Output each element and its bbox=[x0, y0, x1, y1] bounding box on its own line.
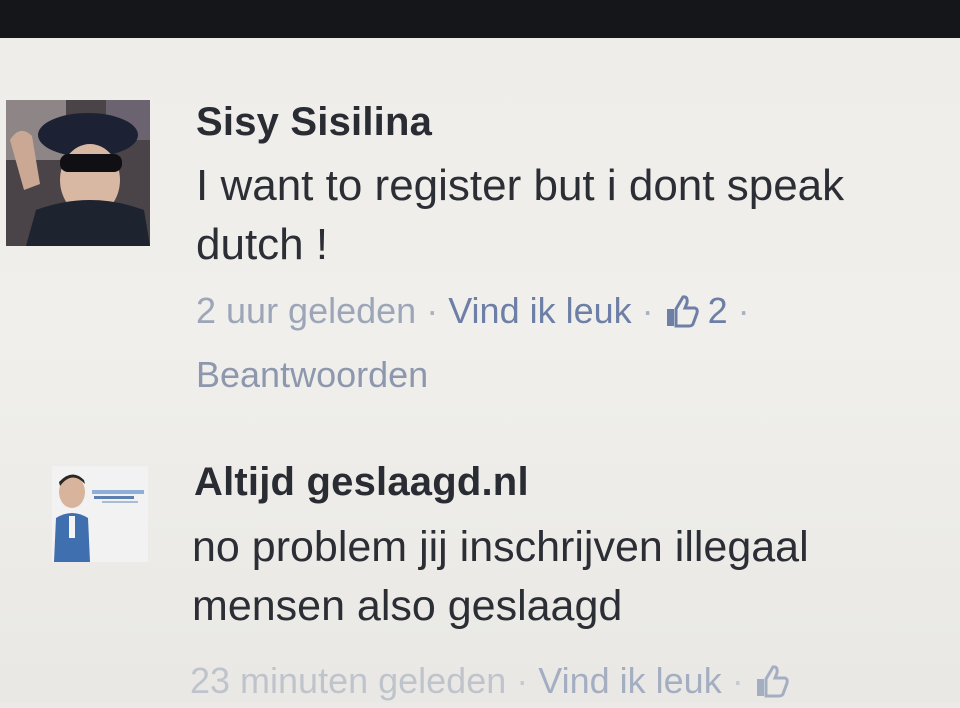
separator: · bbox=[426, 290, 439, 331]
comment-timestamp[interactable]: 23 minuten geleden bbox=[190, 660, 506, 701]
thumbs-up-icon[interactable] bbox=[664, 293, 700, 338]
separator: · bbox=[737, 290, 750, 331]
comment-author[interactable]: Altijd geslaagd.nl bbox=[194, 460, 529, 505]
comment-author[interactable]: Sisy Sisilina bbox=[196, 100, 432, 145]
comment-timestamp[interactable]: 2 uur geleden bbox=[196, 290, 416, 331]
comment-thread: Sisy Sisilina I want to register but i d… bbox=[0, 38, 960, 703]
comment-text-line: no problem jij inschrijven illegaal bbox=[192, 523, 809, 571]
avatar[interactable] bbox=[52, 466, 148, 562]
comment-text-line: mensen also geslaagd bbox=[192, 582, 623, 630]
like-link[interactable]: Vind ik leuk bbox=[538, 660, 721, 701]
separator: · bbox=[731, 660, 744, 701]
comment-meta: 23 minuten geleden · Vind ik leuk · bbox=[190, 660, 790, 708]
comment-text: no problem jij inschrijven illegaal mens… bbox=[192, 518, 809, 636]
device-top-bezel bbox=[0, 0, 960, 38]
comment-text-line: I want to register but i dont speak bbox=[196, 161, 845, 210]
comment-meta: 2 uur geleden · Vind ik leuk · 2 · bbox=[196, 290, 760, 338]
comment-text: I want to register but i dont speak dutc… bbox=[196, 156, 844, 274]
thumbs-up-icon[interactable] bbox=[754, 663, 790, 708]
avatar[interactable] bbox=[6, 100, 150, 246]
like-count[interactable]: 2 bbox=[708, 290, 728, 331]
like-link[interactable]: Vind ik leuk bbox=[448, 290, 631, 331]
separator: · bbox=[516, 660, 529, 701]
reply-link[interactable]: Beantwoorden bbox=[196, 354, 428, 396]
separator: · bbox=[641, 290, 654, 331]
comment-text-line: dutch ! bbox=[196, 220, 329, 269]
